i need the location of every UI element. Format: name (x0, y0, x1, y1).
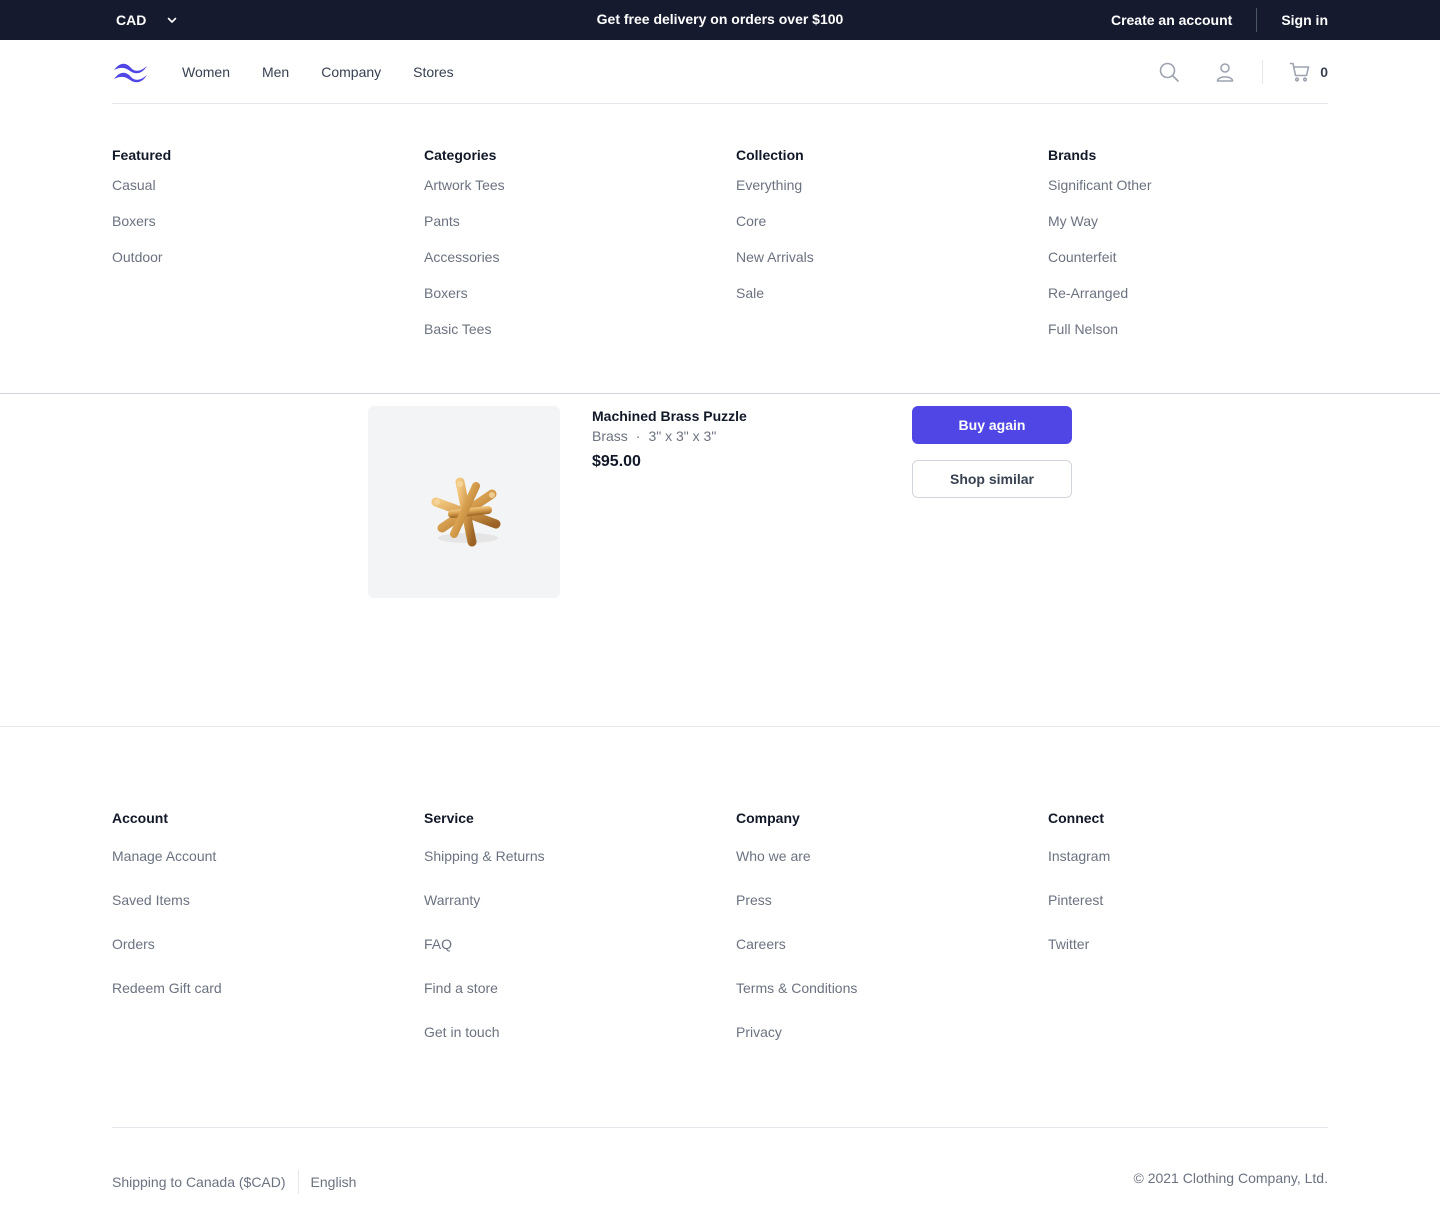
footer-link[interactable]: Get in touch (424, 1024, 545, 1068)
divider (1262, 60, 1264, 84)
main-navigation: Women Men Company Stores 0 (112, 40, 1328, 104)
menu-item[interactable]: Artwork Tees (424, 177, 505, 213)
product-price: $95.00 (592, 453, 641, 470)
shopping-cart-icon[interactable] (1288, 60, 1312, 84)
menu-item[interactable]: Accessories (424, 249, 505, 285)
menu-column-brands: Brands Significant Other My Way Counterf… (1048, 147, 1152, 357)
menu-column-title: Featured (112, 147, 172, 163)
user-icon[interactable] (1213, 60, 1237, 84)
menu-column-categories: Categories Artwork Tees Pants Accessorie… (424, 147, 505, 357)
footer-link[interactable]: Redeem Gift card (112, 980, 222, 1024)
site-footer: Account Manage Account Saved Items Order… (0, 726, 1440, 1228)
menu-item[interactable]: Re-Arranged (1048, 285, 1152, 321)
meta-separator: · (635, 428, 641, 444)
footer-link[interactable]: Terms & Conditions (736, 980, 857, 1024)
product-meta: Brass · 3" x 3" x 3" (592, 428, 716, 444)
brand-logo-icon[interactable] (112, 60, 149, 84)
search-icon[interactable] (1157, 60, 1181, 84)
buy-again-button[interactable]: Buy again (912, 406, 1072, 444)
menu-item[interactable]: Outdoor (112, 249, 171, 285)
footer-link[interactable]: Instagram (1048, 848, 1110, 892)
product-image[interactable] (368, 406, 560, 598)
shop-similar-button[interactable]: Shop similar (912, 460, 1072, 498)
menu-column-title: Categories (424, 147, 497, 163)
footer-column-title: Service (424, 810, 474, 826)
footer-link[interactable]: FAQ (424, 936, 545, 980)
product-name[interactable]: Machined Brass Puzzle (592, 408, 747, 424)
footer-link[interactable]: Saved Items (112, 892, 222, 936)
nav-link-men[interactable]: Men (262, 64, 289, 80)
footer-link[interactable]: Warranty (424, 892, 545, 936)
menu-item[interactable]: Everything (736, 177, 814, 213)
nav-utilities: 0 (1157, 60, 1328, 84)
copyright-text: © 2021 Clothing Company, Ltd. (1133, 1170, 1328, 1186)
footer-link[interactable]: Twitter (1048, 936, 1110, 980)
mega-menu: Featured Casual Boxers Outdoor Categorie… (0, 105, 1440, 394)
menu-column-title: Collection (736, 147, 804, 163)
announcement-bar: CAD Get free delivery on orders over $10… (0, 0, 1440, 40)
account-actions: Create an account Sign in (1111, 8, 1328, 32)
menu-item[interactable]: New Arrivals (736, 249, 814, 285)
footer-link[interactable]: Shipping & Returns (424, 848, 545, 892)
menu-item[interactable]: Significant Other (1048, 177, 1152, 213)
menu-item[interactable]: My Way (1048, 213, 1152, 249)
menu-column-featured: Featured Casual Boxers Outdoor (112, 147, 171, 285)
footer-link[interactable]: Find a store (424, 980, 545, 1024)
footer-bottom-bar: Shipping to Canada ($CAD) English © 2021… (112, 1127, 1328, 1227)
nav-link-company[interactable]: Company (321, 64, 381, 80)
footer-column-account: Account Manage Account Saved Items Order… (112, 810, 222, 1024)
menu-item[interactable]: Core (736, 213, 814, 249)
menu-item[interactable]: Basic Tees (424, 321, 505, 357)
menu-item[interactable]: Boxers (424, 285, 505, 321)
language-link[interactable]: English (311, 1174, 357, 1190)
divider (297, 1170, 299, 1194)
footer-link[interactable]: Careers (736, 936, 857, 980)
footer-column-service: Service Shipping & Returns Warranty FAQ … (424, 810, 545, 1068)
footer-link[interactable]: Pinterest (1048, 892, 1110, 936)
sign-in-link[interactable]: Sign in (1281, 12, 1328, 28)
footer-link[interactable]: Orders (112, 936, 222, 980)
footer-column-connect: Connect Instagram Pinterest Twitter (1048, 810, 1110, 980)
footer-column-title: Connect (1048, 810, 1104, 826)
nav-links: Women Men Company Stores (182, 64, 454, 80)
footer-link[interactable]: Privacy (736, 1024, 857, 1068)
product-dimensions: 3" x 3" x 3" (648, 428, 717, 444)
footer-link[interactable]: Who we are (736, 848, 857, 892)
shipping-country-link[interactable]: Shipping to Canada ($CAD) (112, 1174, 286, 1190)
cart-count[interactable]: 0 (1320, 64, 1328, 80)
locale-settings: Shipping to Canada ($CAD) English (112, 1170, 356, 1194)
menu-column-collection: Collection Everything Core New Arrivals … (736, 147, 814, 321)
divider (1256, 8, 1258, 32)
footer-column-company: Company Who we are Press Careers Terms &… (736, 810, 857, 1068)
footer-link[interactable]: Manage Account (112, 848, 222, 892)
nav-link-women[interactable]: Women (182, 64, 230, 80)
menu-item[interactable]: Casual (112, 177, 171, 213)
footer-column-title: Account (112, 810, 168, 826)
menu-item[interactable]: Boxers (112, 213, 171, 249)
menu-item[interactable]: Pants (424, 213, 505, 249)
product-material: Brass (592, 428, 628, 444)
footer-link[interactable]: Press (736, 892, 857, 936)
menu-item[interactable]: Full Nelson (1048, 321, 1152, 357)
brass-puzzle-image (431, 477, 501, 547)
footer-column-title: Company (736, 810, 800, 826)
create-account-link[interactable]: Create an account (1111, 12, 1232, 28)
menu-item[interactable]: Sale (736, 285, 814, 321)
nav-link-stores[interactable]: Stores (413, 64, 453, 80)
menu-column-title: Brands (1048, 147, 1097, 163)
menu-item[interactable]: Counterfeit (1048, 249, 1152, 285)
